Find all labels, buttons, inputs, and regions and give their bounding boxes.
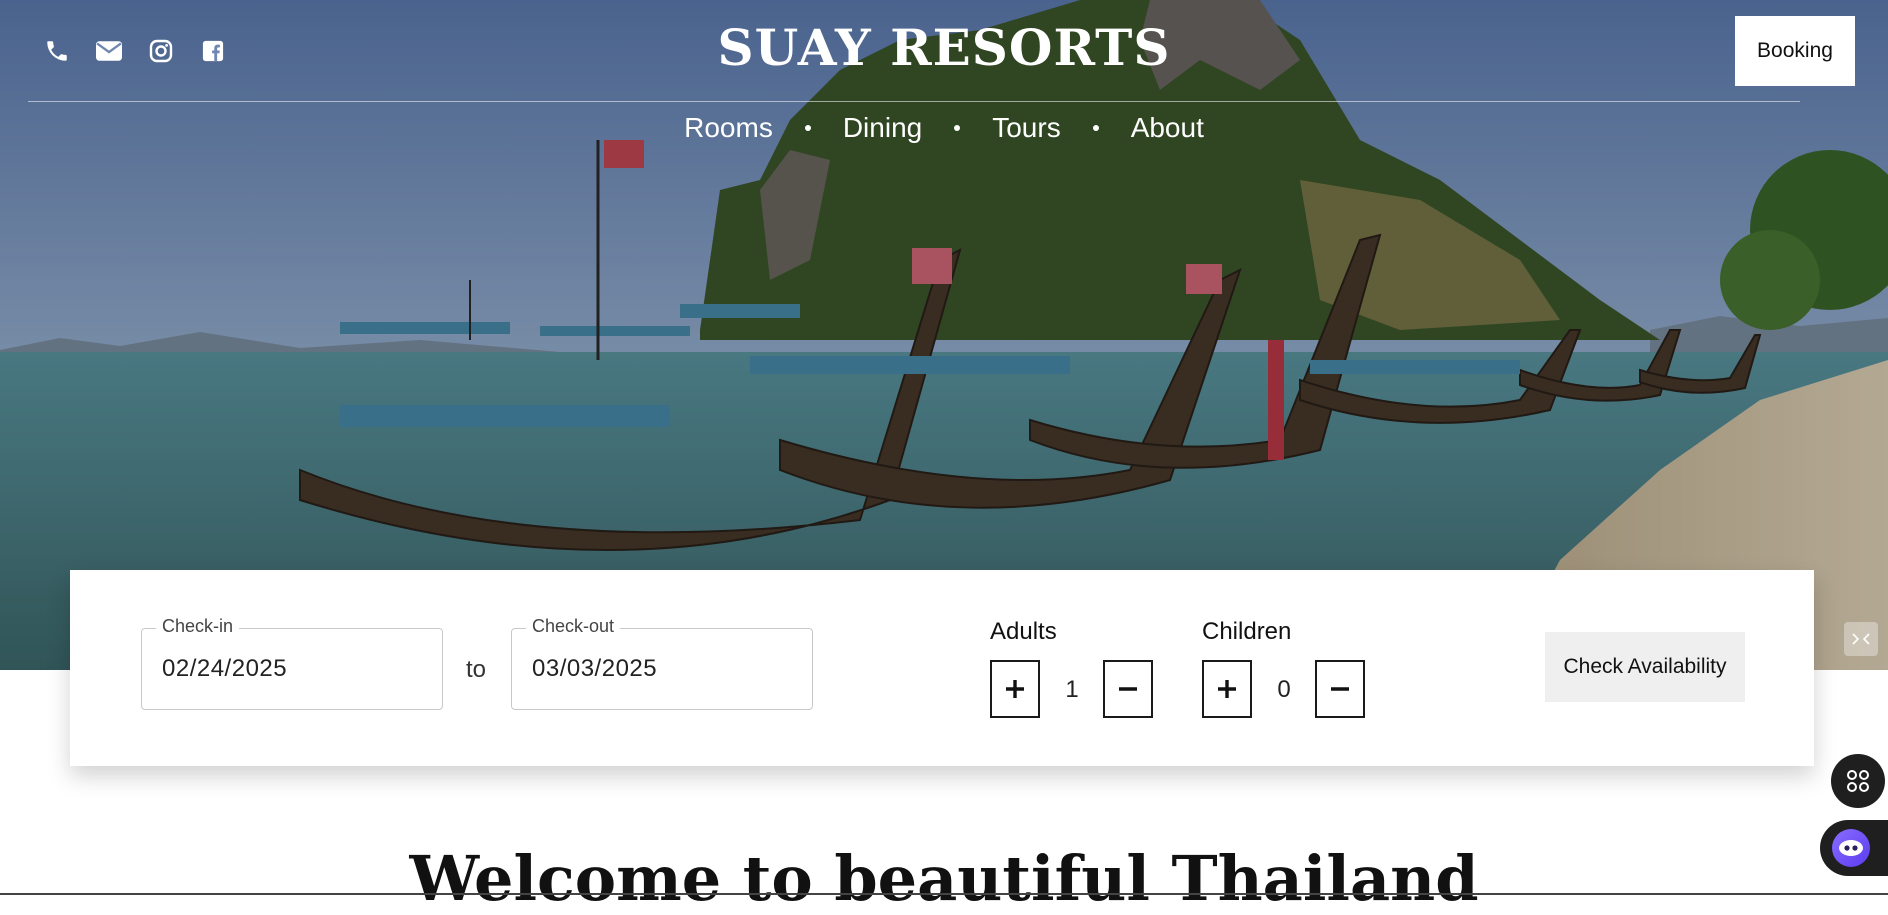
nav-item-about[interactable]: About bbox=[1113, 112, 1222, 144]
adults-decrement-button[interactable] bbox=[1103, 660, 1153, 718]
check-availability-button[interactable]: Check Availability bbox=[1545, 632, 1745, 702]
collapse-icon[interactable] bbox=[1844, 622, 1878, 656]
booking-widget: Check-in 02/24/2025 to Check-out 03/03/2… bbox=[70, 570, 1814, 766]
checkout-field[interactable]: Check-out 03/03/2025 bbox=[511, 616, 813, 710]
children-decrement-button[interactable] bbox=[1315, 660, 1365, 718]
minus-icon bbox=[1119, 687, 1137, 691]
checkout-value[interactable]: 03/03/2025 bbox=[532, 655, 657, 683]
adults-increment-button[interactable] bbox=[990, 660, 1040, 718]
apps-widget-button[interactable] bbox=[1831, 754, 1885, 808]
children-value: 0 bbox=[1277, 676, 1291, 703]
nav-item-rooms[interactable]: Rooms bbox=[666, 112, 791, 144]
nav-item-tours[interactable]: Tours bbox=[974, 112, 1078, 144]
checkin-value[interactable]: 02/24/2025 bbox=[162, 655, 287, 683]
nav-separator bbox=[804, 125, 811, 131]
nav-item-dining[interactable]: Dining bbox=[825, 112, 940, 144]
checkin-label: Check-in bbox=[156, 616, 240, 637]
assistant-widget-button[interactable] bbox=[1820, 820, 1888, 876]
command-icon bbox=[1847, 770, 1869, 792]
nav-separator bbox=[954, 125, 961, 131]
assistant-icon bbox=[1832, 829, 1870, 867]
adults-label: Adults bbox=[990, 618, 1057, 645]
booking-button[interactable]: Booking bbox=[1735, 16, 1855, 86]
brand-logo[interactable]: SUAY RESORTS bbox=[0, 18, 1888, 77]
children-increment-button[interactable] bbox=[1202, 660, 1252, 718]
site-header: SUAY RESORTS Booking bbox=[0, 0, 1888, 102]
children-label: Children bbox=[1202, 618, 1292, 645]
date-separator: to bbox=[466, 656, 487, 683]
plus-icon bbox=[1006, 680, 1024, 698]
nav-separator bbox=[1092, 125, 1099, 131]
plus-icon bbox=[1218, 680, 1236, 698]
checkout-label: Check-out bbox=[526, 616, 621, 637]
adults-value: 1 bbox=[1065, 676, 1079, 703]
main-nav: Rooms Dining Tours About bbox=[0, 112, 1888, 144]
header-divider bbox=[28, 101, 1800, 102]
minus-icon bbox=[1331, 687, 1349, 691]
checkin-field[interactable]: Check-in 02/24/2025 bbox=[141, 616, 443, 710]
welcome-heading: Welcome to beautiful Thailand bbox=[409, 842, 1479, 915]
